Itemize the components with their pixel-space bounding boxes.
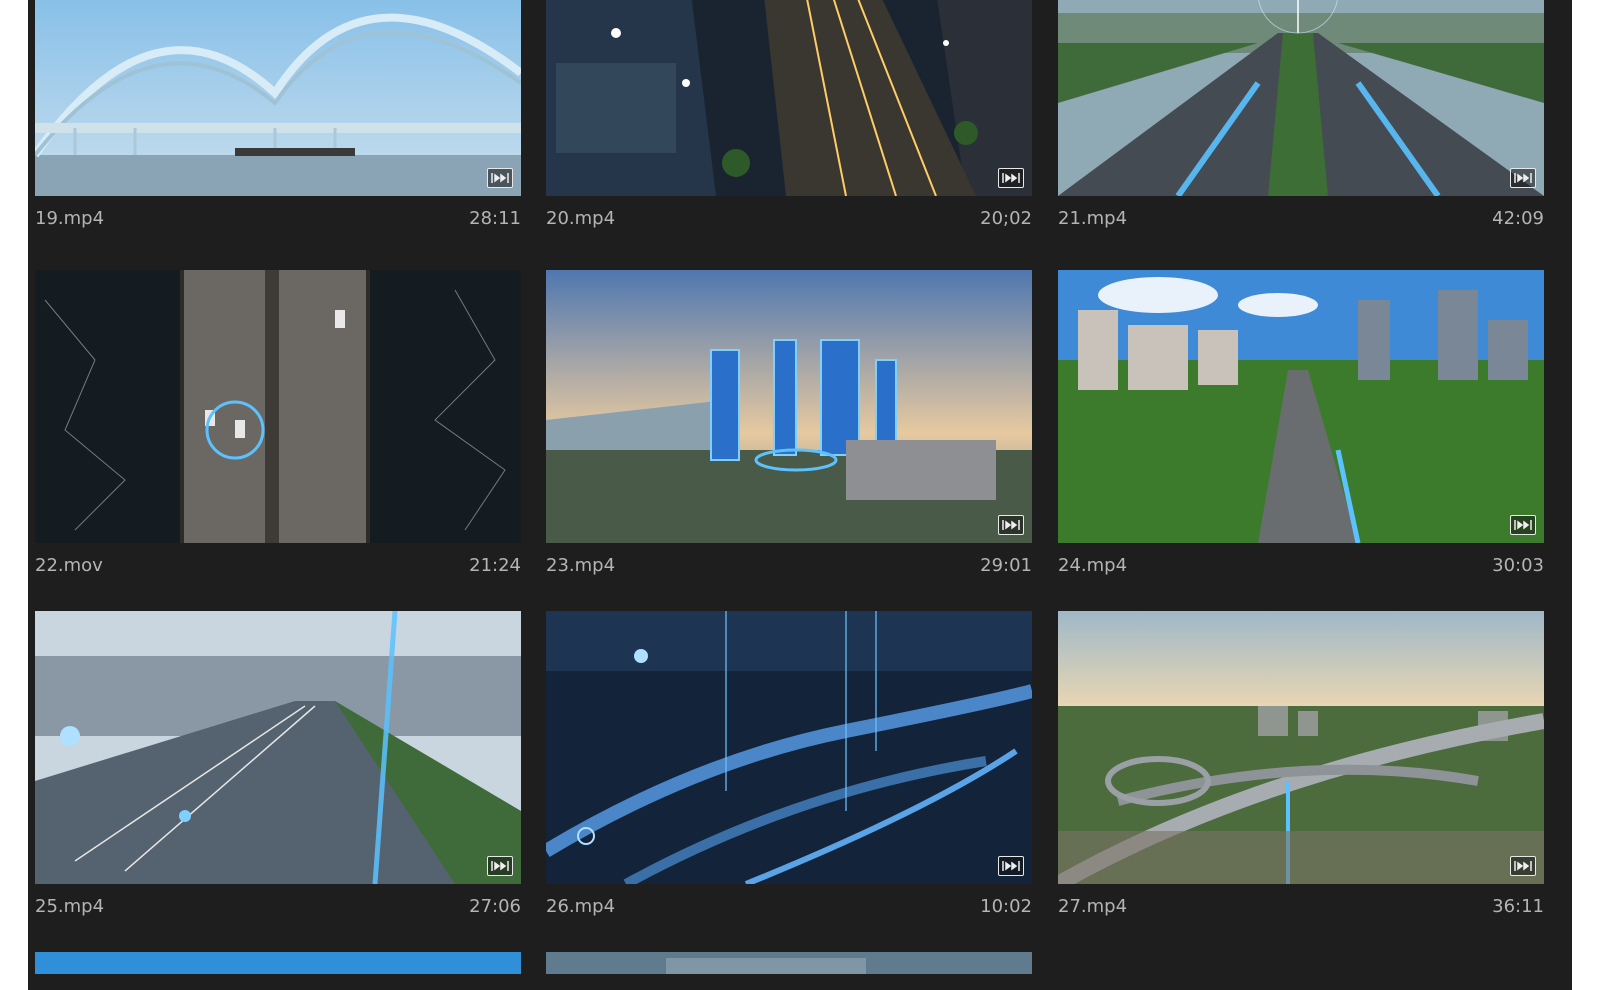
clip-duration: 29:01 bbox=[980, 555, 1032, 576]
timeline-clip-icon[interactable] bbox=[487, 856, 513, 876]
city-thumbnail-image bbox=[546, 952, 1032, 974]
night-city-thumbnail-image bbox=[546, 0, 1032, 196]
clip-meta: 22.mov 21:24 bbox=[35, 555, 521, 579]
clip-thumbnail-partial[interactable] bbox=[35, 952, 521, 974]
clip-filename: 22.mov bbox=[35, 555, 103, 576]
clip-meta: 25.mp4 27:06 bbox=[35, 896, 521, 920]
timeline-clip-icon[interactable] bbox=[1510, 515, 1536, 535]
clip-filename: 25.mp4 bbox=[35, 896, 105, 917]
timeline-clip-icon[interactable] bbox=[1510, 856, 1536, 876]
clip-duration: 21:24 bbox=[469, 555, 521, 576]
timeline-clip-icon[interactable] bbox=[998, 168, 1024, 188]
clip-thumbnail[interactable] bbox=[1058, 0, 1544, 196]
clip-thumbnail[interactable] bbox=[35, 611, 521, 884]
sky-thumbnail-image bbox=[35, 952, 521, 974]
timeline-clip-icon[interactable] bbox=[998, 856, 1024, 876]
freeway-blue-thumbnail-image bbox=[35, 611, 521, 884]
clip-duration: 27:06 bbox=[469, 896, 521, 917]
green-city-thumbnail-image bbox=[1058, 270, 1544, 543]
clip-thumbnail[interactable] bbox=[546, 0, 1032, 196]
highway-tech-thumbnail-image bbox=[1058, 0, 1544, 196]
clip-duration: 10:02 bbox=[980, 896, 1032, 917]
clip-filename: 21.mp4 bbox=[1058, 208, 1128, 229]
clip-thumbnail[interactable] bbox=[546, 270, 1032, 543]
interchange-blue-thumbnail-image bbox=[546, 611, 1032, 884]
timeline-clip-icon[interactable] bbox=[998, 515, 1024, 535]
timeline-clip-icon[interactable] bbox=[1510, 168, 1536, 188]
bridge-thumbnail-image bbox=[35, 0, 521, 196]
clip-filename: 26.mp4 bbox=[546, 896, 616, 917]
clip-meta: 23.mp4 29:01 bbox=[546, 555, 1032, 579]
media-bin-panel: 19.mp4 28:11 20.mp4 20;02 21.mp4 42:09 2… bbox=[28, 0, 1572, 990]
clip-duration: 36:11 bbox=[1492, 896, 1544, 917]
clip-meta: 26.mp4 10:02 bbox=[546, 896, 1032, 920]
clip-duration: 42:09 bbox=[1492, 208, 1544, 229]
clip-filename: 24.mp4 bbox=[1058, 555, 1128, 576]
clip-meta: 24.mp4 30:03 bbox=[1058, 555, 1544, 579]
clip-meta: 19.mp4 28:11 bbox=[35, 208, 521, 232]
clip-filename: 20.mp4 bbox=[546, 208, 616, 229]
clip-thumbnail[interactable] bbox=[1058, 611, 1544, 884]
clip-filename: 23.mp4 bbox=[546, 555, 616, 576]
clip-meta: 27.mp4 36:11 bbox=[1058, 896, 1544, 920]
clip-meta: 20.mp4 20;02 bbox=[546, 208, 1032, 232]
clip-meta: 21.mp4 42:09 bbox=[1058, 208, 1544, 232]
interchange-dusk-thumbnail-image bbox=[1058, 611, 1544, 884]
clip-duration: 28:11 bbox=[469, 208, 521, 229]
clip-duration: 30:03 bbox=[1492, 555, 1544, 576]
clip-thumbnail[interactable] bbox=[35, 0, 521, 196]
clip-thumbnail-partial[interactable] bbox=[546, 952, 1032, 974]
skyline-towers-thumbnail-image bbox=[546, 270, 1032, 543]
clip-thumbnail[interactable] bbox=[35, 270, 521, 543]
clip-thumbnail[interactable] bbox=[1058, 270, 1544, 543]
timeline-clip-icon[interactable] bbox=[487, 168, 513, 188]
clip-filename: 27.mp4 bbox=[1058, 896, 1128, 917]
bridge-topdown-thumbnail-image bbox=[35, 270, 521, 543]
clip-thumbnail[interactable] bbox=[546, 611, 1032, 884]
clip-filename: 19.mp4 bbox=[35, 208, 105, 229]
clip-duration: 20;02 bbox=[980, 208, 1032, 229]
